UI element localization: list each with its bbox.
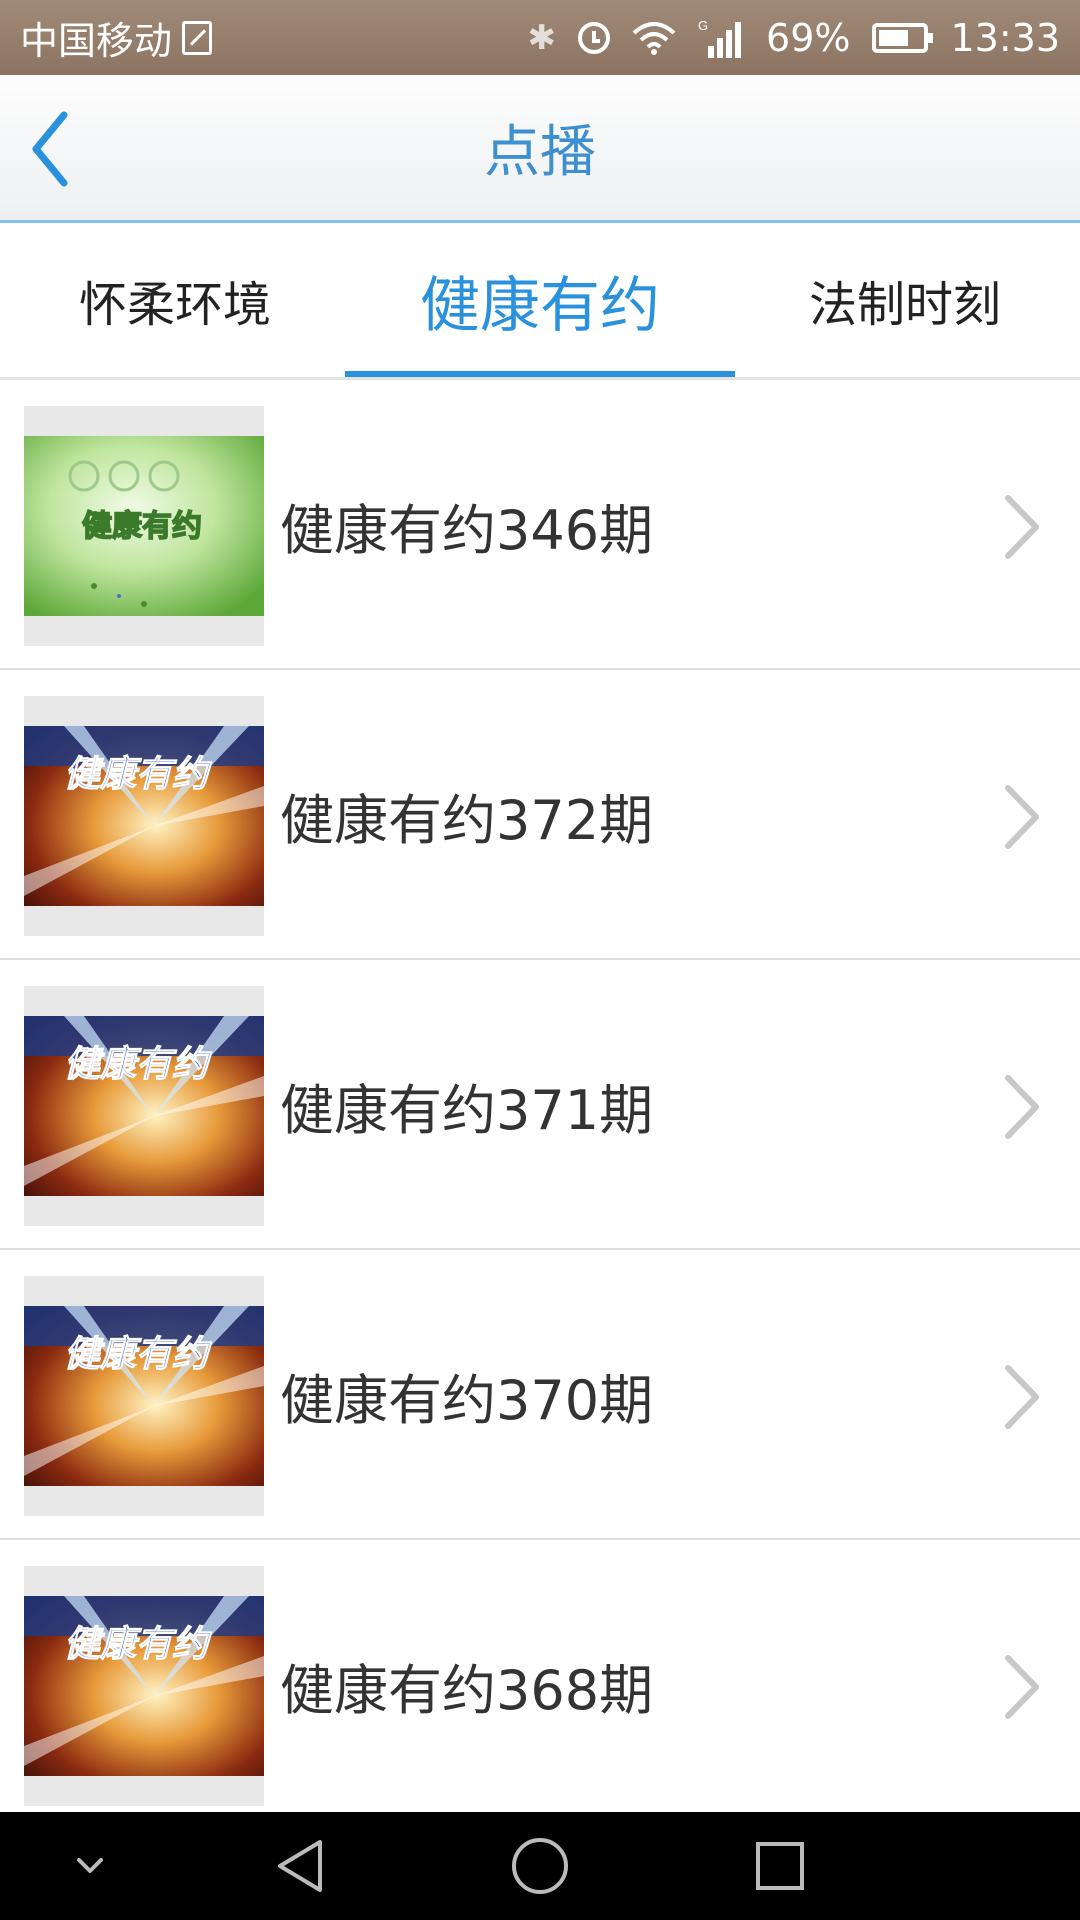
episode-title: 健康有约372期 — [280, 788, 654, 852]
episode-title: 健康有约371期 — [280, 1078, 654, 1142]
tab-huairou-environment[interactable]: 怀柔环境 — [0, 223, 350, 377]
episode-title: 健康有约370期 — [280, 1368, 654, 1432]
chevron-right-icon — [1005, 1655, 1039, 1719]
system-navigation-bar — [0, 1812, 1080, 1920]
chevron-right-icon — [1005, 1365, 1039, 1429]
thumbnail-frame: 健康有约 — [24, 1566, 264, 1806]
tab-label: 怀柔环境 — [78, 277, 271, 333]
back-triangle-icon[interactable] — [250, 1812, 350, 1920]
episode-thumbnail: 健康有约 — [24, 726, 264, 906]
collapse-icon[interactable] — [40, 1812, 140, 1920]
list-item[interactable]: 健康有约 健康有约370期 — [0, 1250, 1080, 1540]
thumbnail-caption: 健康有约 — [64, 754, 212, 795]
thumbnail-caption: 健康有约 — [64, 1044, 212, 1085]
list-item[interactable]: 健康有约 健康有约368期 — [0, 1540, 1080, 1830]
page-title: 点播 — [484, 120, 596, 185]
thumbnail-frame: 健康有约 — [24, 986, 264, 1226]
bluetooth-icon: ✱ — [527, 17, 557, 58]
episode-thumbnail: 健康有约 — [24, 1306, 264, 1486]
chevron-right-icon — [1005, 1075, 1039, 1139]
episode-title: 健康有约368期 — [280, 1658, 654, 1722]
clock: 13:33 — [950, 15, 1060, 60]
episode-thumbnail: 健康有约 — [24, 1596, 264, 1776]
list-item[interactable]: 健康有约 健康有约372期 — [0, 670, 1080, 960]
tab-bar: 怀柔环境 健康有约 法制时刻 — [0, 223, 1080, 380]
app-header: 点播 — [0, 75, 1080, 223]
list-item[interactable]: 健康有约 健康有约346期 — [0, 380, 1080, 670]
no-sim-icon — [182, 20, 213, 55]
thumbnail-caption: 健康有约 — [64, 1624, 212, 1665]
episode-thumbnail: 健康有约 — [24, 1016, 264, 1196]
tab-label: 健康有约 — [420, 270, 660, 341]
alarm-icon — [578, 21, 611, 54]
carrier-group: 中国移动 — [20, 0, 213, 75]
episode-list: 健康有约 健康有约346期 健康有约 健康有约372期 健康有约 健康有约371… — [0, 380, 1080, 1830]
chevron-right-icon — [1005, 785, 1039, 849]
network-type-label: G — [698, 18, 708, 33]
thumbnail-caption: 健康有约 — [82, 509, 202, 544]
battery-percent: 69% — [766, 15, 851, 60]
episode-title: 健康有约346期 — [280, 498, 654, 562]
thumbnail-frame: 健康有约 — [24, 406, 264, 646]
tab-legal-moment[interactable]: 法制时刻 — [730, 223, 1080, 377]
battery-fill — [879, 29, 909, 46]
thumbnail-caption: 健康有约 — [64, 1334, 212, 1375]
wifi-icon — [632, 21, 676, 55]
active-tab-indicator — [345, 371, 735, 377]
carrier-name: 中国移动 — [20, 19, 173, 63]
tab-health-appointment[interactable]: 健康有约 — [345, 223, 735, 377]
status-bar: 中国移动 ✱ G 69% 13:33 — [0, 0, 1080, 75]
status-icons: ✱ G 69% 13:33 — [528, 0, 1060, 75]
home-circle-icon[interactable] — [490, 1812, 590, 1920]
tab-label: 法制时刻 — [808, 277, 1001, 333]
thumbnail-frame: 健康有约 — [24, 696, 264, 936]
episode-thumbnail: 健康有约 — [24, 436, 264, 616]
chevron-right-icon — [1005, 495, 1039, 559]
cellular-signal-icon: G — [698, 18, 744, 58]
list-item[interactable]: 健康有约 健康有约371期 — [0, 960, 1080, 1250]
battery-icon — [872, 22, 934, 53]
thumbnail-frame: 健康有约 — [24, 1276, 264, 1516]
recents-square-icon[interactable] — [730, 1812, 830, 1920]
